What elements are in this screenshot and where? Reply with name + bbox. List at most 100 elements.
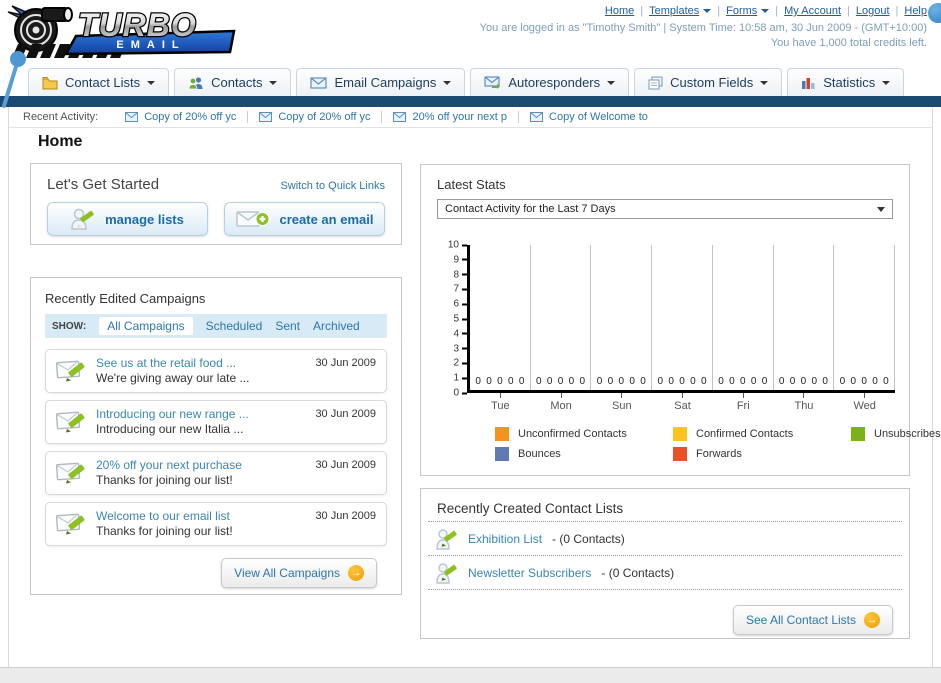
chart-day-group: 00000 [591, 245, 653, 390]
contact-list-count: - (0 Contacts) [601, 565, 675, 580]
chevron-down-icon [882, 80, 891, 85]
campaign-title-link[interactable]: Welcome to our email list [96, 509, 233, 524]
chevron-down-icon [443, 80, 452, 85]
stats-report-dropdown[interactable]: Contact Activity for the Last 7 Days [437, 199, 893, 219]
nav-separator: | [717, 5, 721, 17]
campaign-row[interactable]: 20% off your next purchase Thanks for jo… [45, 451, 387, 495]
campaign-subtitle: Thanks for joining our list! [96, 524, 233, 538]
legend-item: Unconfirmed Contacts [495, 427, 673, 441]
nav-home-link[interactable]: Home [605, 5, 634, 17]
filter-archived[interactable]: Archived [313, 319, 360, 333]
envelope-icon [259, 112, 273, 122]
legend-item: Confirmed Contacts [673, 427, 851, 441]
turbo-email-dashboard: EMAIL TURBO Home | Templates | Forms | M… [0, 0, 941, 683]
credits-text: You have 1,000 total credits left. [770, 37, 927, 49]
y-tick: 4 [453, 328, 467, 339]
legend-item: Bounces [495, 447, 673, 461]
data-label: 0 [518, 376, 525, 387]
campaign-date: 30 Jun 2009 [315, 357, 376, 369]
switch-quick-links-link[interactable]: Switch to Quick Links [280, 180, 385, 192]
x-tick: Tue [470, 393, 531, 412]
recent-activity-item[interactable]: 20% off your next p [381, 111, 518, 123]
contacts-icon [188, 76, 203, 89]
navy-divider-bar [0, 96, 941, 107]
nav-separator: | [775, 5, 779, 17]
recent-activity-link: 20% off your next p [412, 111, 508, 123]
view-all-campaigns-label: View All Campaigns [234, 566, 340, 580]
campaign-row[interactable]: See us at the retail food ... We're givi… [45, 349, 387, 393]
nav-templates-label: Templates [649, 5, 700, 17]
campaign-row[interactable]: Welcome to our email list Thanks for joi… [45, 502, 387, 546]
tab-autoresponders[interactable]: Autoresponders [470, 68, 630, 96]
contact-list-link[interactable]: Exhibition List [468, 532, 542, 546]
tab-statistics[interactable]: Statistics [787, 68, 905, 96]
chart-day-group: 00000 [713, 245, 774, 390]
nav-my-account-link[interactable]: My Account [784, 5, 841, 17]
chart-day-group: 00000 [652, 245, 713, 390]
chart-legend: Unconfirmed Contacts Confirmed Contacts Un… [495, 427, 941, 461]
data-label: 0 [546, 376, 553, 387]
tab-email-campaigns[interactable]: Email Campaigns [296, 68, 466, 96]
chevron-down-icon [703, 9, 712, 13]
main-content: Home Let's Get Started Switch to Quick L… [9, 128, 941, 667]
login-info: You are logged in as "Timothy Smith" | S… [480, 21, 927, 51]
recent-campaigns-title: Recently Edited Campaigns [45, 291, 206, 306]
campaign-title-link[interactable]: 20% off your next purchase [96, 458, 242, 473]
campaign-title-link[interactable]: Introducing our new range ... [96, 407, 249, 422]
filter-sent[interactable]: Sent [275, 319, 300, 333]
latest-stats-title: Latest Stats [437, 177, 506, 192]
contact-list-link[interactable]: Newsletter Subscribers [468, 566, 591, 580]
recent-activity-item[interactable]: Copy of 20% off yc [114, 111, 247, 123]
filter-scheduled[interactable]: Scheduled [206, 319, 263, 333]
filter-all-campaigns[interactable]: All Campaigns [99, 317, 193, 335]
nav-separator: | [895, 5, 899, 17]
latest-stats-panel: Latest Stats Contact Activity for the La… [420, 164, 941, 476]
view-all-campaigns-button[interactable]: View All Campaigns → [221, 558, 377, 588]
nav-forms-link[interactable]: Forms [726, 5, 770, 17]
envelope-plus-icon [235, 211, 270, 227]
data-label: 0 [872, 376, 878, 387]
chart-day-group: 00000 [470, 245, 531, 390]
data-label: 0 [690, 376, 696, 387]
chevron-down-icon [607, 80, 616, 85]
tab-custom-fields[interactable]: Custom Fields [634, 68, 783, 96]
nav-help-link[interactable]: Help [904, 5, 927, 17]
x-tick: Sat [652, 393, 713, 412]
campaign-title-link[interactable]: See us at the retail food ... [96, 356, 249, 371]
turbo-email-logo[interactable]: EMAIL TURBO [6, 4, 238, 67]
create-email-label: create an email [279, 211, 374, 227]
nav-separator: | [847, 5, 850, 17]
page-title: Home [38, 133, 83, 150]
login-status-text: You are logged in as "Timothy Smith" | S… [479, 22, 927, 34]
create-email-button[interactable]: create an email [224, 202, 385, 236]
data-label: 0 [839, 376, 846, 387]
contact-list-row[interactable]: Exhibition List - (0 Contacts) [428, 522, 902, 556]
contact-list-count: - (0 Contacts) [552, 531, 625, 546]
data-label: 0 [861, 376, 867, 387]
tab-contacts-label: Contacts [211, 75, 263, 90]
person-pencil-icon [71, 208, 94, 230]
data-label: 0 [486, 376, 492, 387]
recent-activity-item[interactable]: Copy of Welcome to [518, 111, 659, 123]
show-label: SHOW: [52, 320, 87, 332]
tab-contact-lists[interactable]: Contact Lists [28, 68, 170, 96]
main-nav-tabs: Contact Lists Contacts Email Campaigns A… [0, 66, 941, 96]
help-bubble-icon[interactable] [928, 3, 941, 23]
envelope-pencil-icon [56, 360, 85, 382]
legend-swatch [495, 427, 509, 441]
see-all-contact-lists-button[interactable]: See All Contact Lists → [732, 605, 893, 635]
y-tick: 1 [453, 373, 467, 384]
contact-list-row[interactable]: Newsletter Subscribers - (0 Contacts) [428, 556, 902, 590]
nav-templates-link[interactable]: Templates [649, 5, 712, 17]
recent-activity-item[interactable]: Copy of 20% off yc [247, 111, 381, 123]
arrow-right-icon: → [864, 612, 880, 628]
content-frame: Recent Activity: Copy of 20% off yc Copy… [8, 107, 941, 667]
nav-logout-link[interactable]: Logout [856, 5, 890, 17]
tab-contacts[interactable]: Contacts [174, 68, 292, 96]
y-tick: 10 [448, 240, 467, 251]
campaign-row[interactable]: Introducing our new range ... Introducin… [45, 400, 387, 444]
campaign-list: See us at the retail food ... We're givi… [45, 349, 387, 546]
tab-autoresponders-label: Autoresponders [508, 75, 601, 90]
legend-swatch [673, 447, 687, 461]
manage-lists-button[interactable]: manage lists [47, 202, 208, 236]
